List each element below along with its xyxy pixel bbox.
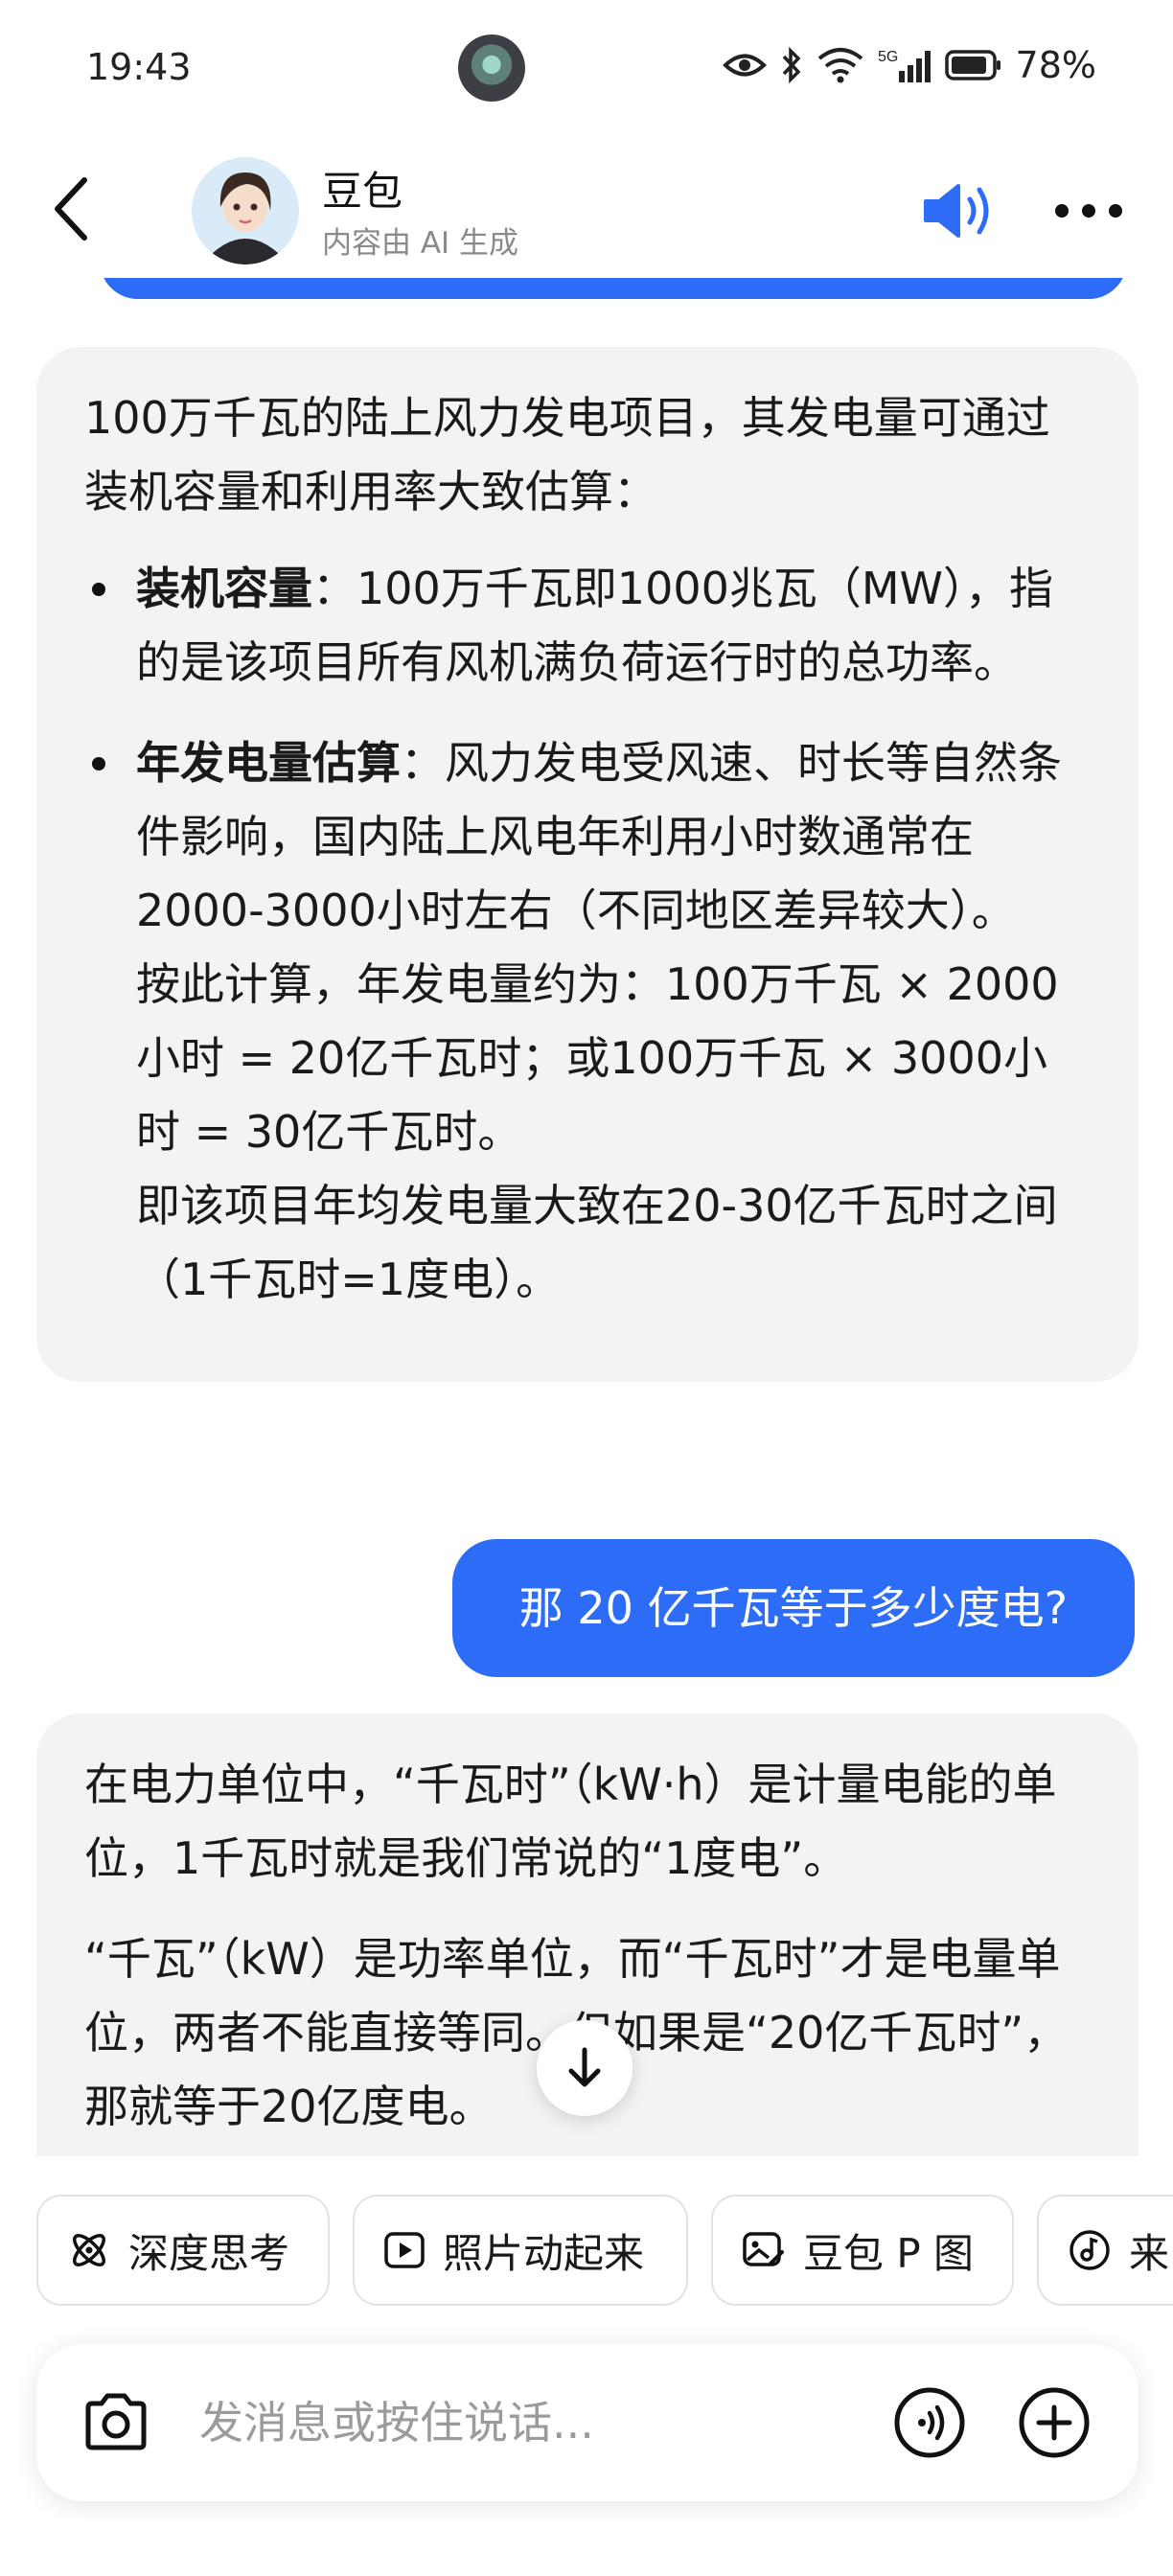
battery-percent: 78% [1015,44,1096,86]
message-intro: 100万千瓦的陆上风力发电项目，其发电量可通过装机容量和利用率大致估算： [84,392,1050,518]
chat-messages[interactable]: 100万千瓦的陆上风力发电项目，其发电量可通过装机容量和利用率大致估算： 装机容… [0,278,1173,2156]
arrow-down-icon [568,2047,601,2087]
svg-text:5G: 5G [878,49,898,65]
music-icon [1070,2230,1110,2270]
list-item-text: 按此计算，年发电量约为：100万千瓦 × 2000小时 = 20亿千瓦时；或10… [136,958,1059,1158]
bottom-spacer [0,2520,1173,2576]
chip-animate-photo[interactable]: 照片动起来 [353,2195,688,2306]
voice-call-button[interactable] [893,2386,966,2459]
chat-header: 豆包 内容由 AI 生成 [0,134,1173,278]
chip-deep-think[interactable]: 深度思考 [36,2195,330,2306]
voice-wave-icon [894,2387,965,2458]
status-time: 19:43 [86,46,192,88]
image-edit-icon [743,2232,784,2266]
chat-title: 豆包 [322,168,403,215]
more-dots-icon [1055,204,1122,218]
chip-label: 豆包 P 图 [803,2229,975,2277]
battery-icon [944,50,1000,80]
chat-subtitle: 内容由 AI 生成 [322,226,519,261]
chevron-left-icon [55,177,87,241]
camera-icon [85,2393,147,2450]
chip-music[interactable]: 来 [1037,2195,1173,2306]
play-icon [384,2232,425,2268]
eye-icon [722,54,767,77]
message-input-bar: 发消息或按住说话... [36,2344,1138,2501]
speaker-icon [924,184,989,238]
list-item: 装机容量：100万千瓦即1000兆瓦（MW），指的是该项目所有风机满负荷运行时的… [84,552,1089,700]
list-item-title: 装机容量 [136,563,312,614]
status-bar: 19:43 5G 78% [0,0,1173,134]
atom-icon [73,2234,105,2266]
list-item-text: 即该项目年均发电量大致在20-30亿千瓦时之间（1千瓦时=1度电）。 [136,1180,1058,1305]
speaker-button[interactable] [920,176,997,245]
message-paragraph: 在电力单位中，“千瓦时”（kW·h）是计量电能的单位，1千瓦时就是我们常说的“1… [84,1759,1057,1884]
cellular-signal-icon: 5G [878,49,931,82]
camera-button[interactable] [80,2388,151,2457]
previous-user-bubble [100,278,1127,299]
list-item-title: 年发电量估算 [136,737,401,789]
status-icons: 5G 78% [722,44,1096,86]
add-attachment-button[interactable] [1018,2386,1091,2459]
status-app-icon [458,34,525,102]
bluetooth-icon [782,47,800,83]
quick-actions: 深度思考 照片动起来 豆包 P 图 来 [0,2156,1173,2329]
list-item: 年发电量估算：风力发电受风速、时长等自然条件影响，国内陆上风电年利用小时数通常在… [84,726,1089,1317]
scroll-to-bottom-button[interactable] [537,2020,632,2116]
plus-circle-icon [1019,2387,1090,2458]
wifi-icon [817,48,862,83]
message-input[interactable]: 发消息或按住说话... [199,2344,594,2501]
assistant-message[interactable]: 100万千瓦的陆上风力发电项目，其发电量可通过装机容量和利用率大致估算： 装机容… [36,347,1138,1382]
chip-label: 照片动起来 [443,2229,645,2277]
assistant-avatar-icon [192,157,299,264]
back-button[interactable] [40,171,107,247]
user-message[interactable]: 那 20 亿千瓦等于多少度电? [451,1539,1135,1677]
chip-photo-edit[interactable]: 豆包 P 图 [711,2195,1014,2306]
avatar[interactable] [192,157,299,264]
chip-label: 深度思考 [128,2229,290,2277]
message-list: 装机容量：100万千瓦即1000兆瓦（MW），指的是该项目所有风机满负荷运行时的… [84,552,1089,1317]
chip-label: 来 [1129,2229,1170,2277]
more-options-button[interactable] [1048,192,1129,230]
